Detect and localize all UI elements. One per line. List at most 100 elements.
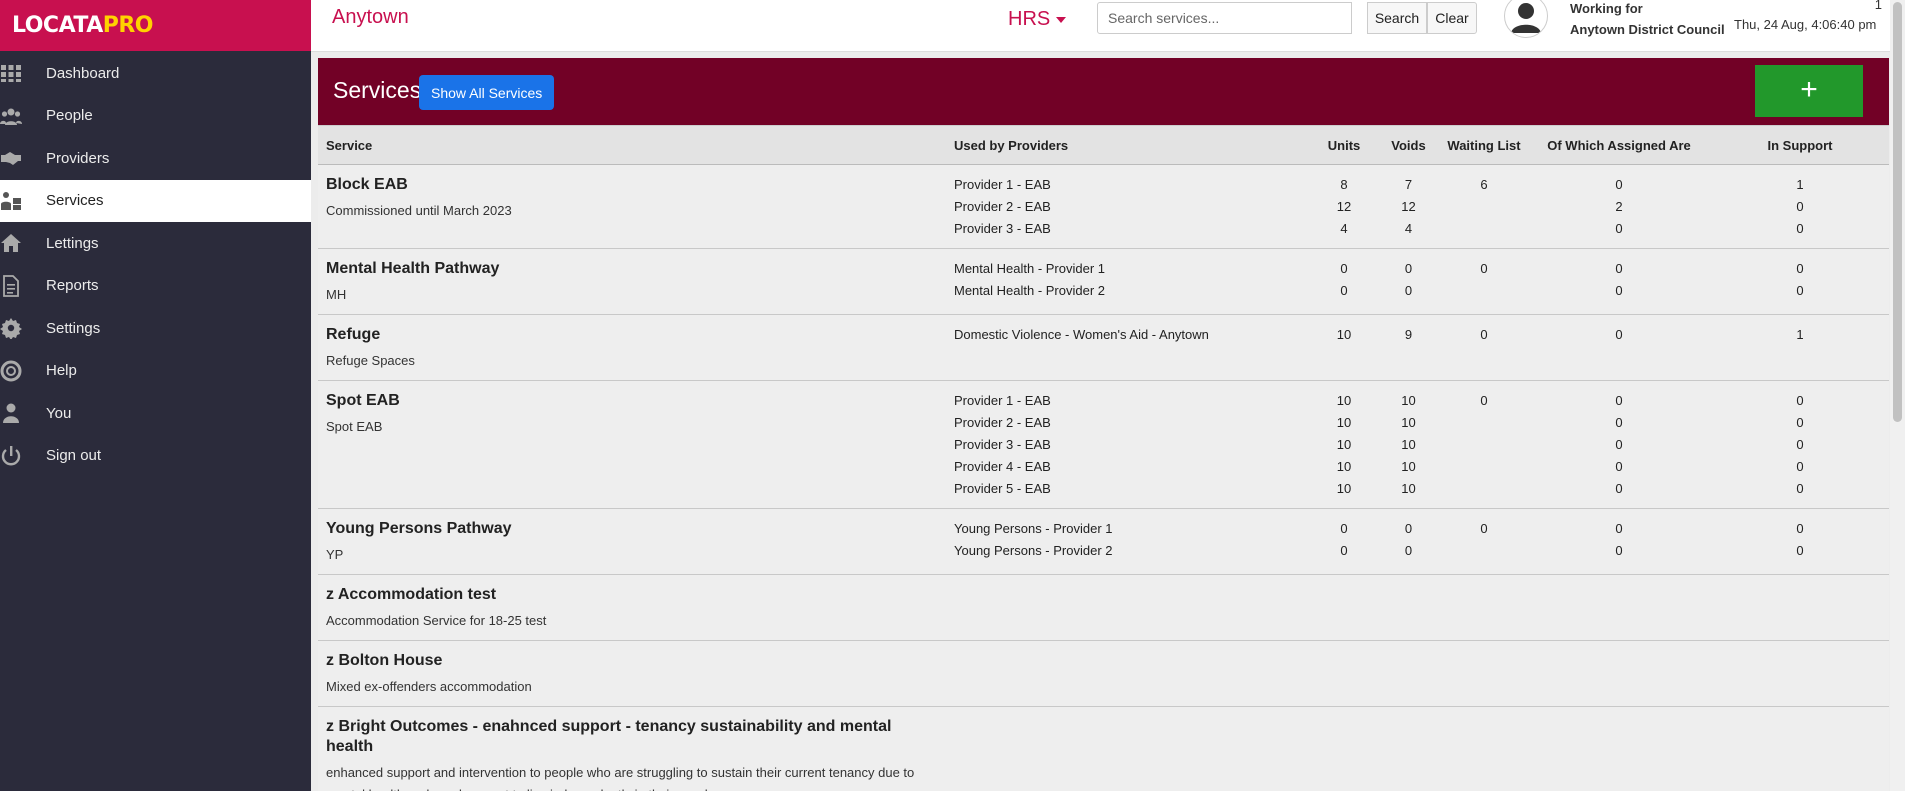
scrollbar[interactable] xyxy=(1890,0,1905,791)
service-row[interactable]: Refuge Refuge Spaces Domestic Violence - W… xyxy=(318,314,1889,381)
sidebar-item-settings[interactable]: Settings xyxy=(0,307,311,350)
assigned-value: 0 xyxy=(1615,393,1623,408)
assigned-value: 0 xyxy=(1615,481,1623,496)
sidebar-item-providers[interactable]: Providers xyxy=(0,137,311,180)
assigned-cell xyxy=(1527,574,1711,641)
service-name[interactable]: Block EAB xyxy=(326,175,938,195)
sidebar-item-reports[interactable]: Reports xyxy=(0,265,311,308)
assigned-cell xyxy=(1527,706,1711,791)
voids-cell: 00 xyxy=(1376,508,1441,575)
service-name[interactable]: Mental Health Pathway xyxy=(326,259,938,279)
sidebar-item-services[interactable]: Services xyxy=(0,179,311,222)
assigned-value: 0 xyxy=(1615,327,1623,342)
waiting-list-cell: 6 xyxy=(1441,164,1527,249)
assigned-value: 0 xyxy=(1615,283,1623,298)
provider-value: Mental Health - Provider 2 xyxy=(954,283,1106,298)
clear-button[interactable]: Clear xyxy=(1427,2,1477,34)
service-name[interactable]: Young Persons Pathway xyxy=(326,519,938,539)
plus-icon: + xyxy=(1800,72,1818,106)
service-name[interactable]: Spot EAB xyxy=(326,391,938,411)
service-cell: Block EAB Commissioned until March 2023 xyxy=(318,164,946,249)
units-cell: 8 12 4 xyxy=(1312,164,1376,249)
column-header-waiting-list: Waiting List xyxy=(1441,125,1527,165)
module-label: HRS xyxy=(1008,8,1051,30)
units-cell: 00 xyxy=(1312,248,1376,315)
in-support-value: 0 xyxy=(1796,393,1804,408)
in-support-cell: 00 xyxy=(1711,248,1889,315)
assigned-value: 0 xyxy=(1615,261,1623,276)
assigned-value: 0 xyxy=(1615,177,1623,192)
document-icon xyxy=(0,274,46,297)
service-name[interactable]: Refuge xyxy=(326,325,938,345)
voids-value: 10 xyxy=(1401,393,1416,408)
provider-value: Provider 1 - EAB xyxy=(954,393,1051,408)
service-description: YP xyxy=(326,547,344,562)
add-service-button[interactable]: + xyxy=(1755,65,1863,117)
locata-pro-logo[interactable]: LOCATAPRO xyxy=(12,13,154,38)
sidebar-item-label: Reports xyxy=(46,277,99,295)
units-value: 4 xyxy=(1340,221,1348,236)
show-all-services-button[interactable]: Show All Services xyxy=(419,75,555,110)
service-row[interactable]: z Bolton House Mixed ex-offenders accommo… xyxy=(318,640,1889,707)
sidebar-item-lettings[interactable]: Lettings xyxy=(0,222,311,265)
service-name[interactable]: z Accommodation test xyxy=(326,585,938,605)
service-row[interactable]: Spot EAB Spot EAB Provider 1 - EAB Provider… xyxy=(318,380,1889,509)
scrollbar-thumb[interactable] xyxy=(1893,2,1902,422)
voids-value: 4 xyxy=(1404,221,1413,236)
waiting-list-value: 0 xyxy=(1480,327,1488,342)
search-button[interactable]: Search xyxy=(1367,2,1427,34)
assigned-value: 0 xyxy=(1615,543,1623,558)
table-body: Block EAB Commissioned until March 2023 Pr… xyxy=(318,164,1889,791)
sidebar-item-help[interactable]: Help xyxy=(0,350,311,393)
service-description: Refuge Spaces xyxy=(326,353,415,368)
voids-cell: 7 12 4 xyxy=(1376,164,1441,249)
waiting-list-value: 0 xyxy=(1480,521,1488,536)
units-value: 0 xyxy=(1340,521,1348,536)
in-support-cell xyxy=(1711,706,1889,791)
sidebar-item-label: Settings xyxy=(46,319,101,337)
service-row[interactable]: z Bright Outcomes - enahnced support - t… xyxy=(318,706,1889,791)
working-for-label: Working for xyxy=(1570,1,1643,16)
in-support-value: 0 xyxy=(1796,481,1804,496)
sidebar-item-label: Sign out xyxy=(46,447,102,465)
service-name[interactable]: z Bolton House xyxy=(326,651,938,671)
service-cell: Spot EAB Spot EAB xyxy=(318,380,946,509)
service-description: MH xyxy=(326,287,347,302)
sidebar-item-sign-out[interactable]: Sign out xyxy=(0,435,311,478)
service-row[interactable]: Mental Health Pathway MH Mental Health - P… xyxy=(318,248,1889,315)
service-row[interactable]: Block EAB Commissioned until March 2023 Pr… xyxy=(318,164,1889,249)
assigned-value: 2 xyxy=(1615,199,1623,214)
service-name[interactable]: z Bright Outcomes - enahnced support - t… xyxy=(326,717,938,757)
avatar[interactable] xyxy=(1504,0,1548,38)
waiting-list-cell: 0 xyxy=(1441,380,1527,509)
in-support-cell: 0 0 0 0 0 xyxy=(1711,380,1889,509)
module-dropdown[interactable]: HRS xyxy=(1008,8,1067,31)
voids-cell: 00 xyxy=(1376,248,1441,315)
voids-value: 0 xyxy=(1404,543,1413,558)
voids-value: 10 xyxy=(1401,415,1416,430)
power-icon xyxy=(0,445,46,467)
sidebar-item-you[interactable]: You xyxy=(0,392,311,435)
waiting-list-cell: 0 xyxy=(1441,248,1527,315)
app-title[interactable]: Anytown xyxy=(332,6,409,29)
waiting-list-value: 6 xyxy=(1480,177,1488,192)
provider-value: Provider 2 - EAB xyxy=(954,415,1051,430)
voids-value: 10 xyxy=(1401,481,1416,496)
units-value: 10 xyxy=(1336,415,1352,430)
provider-value: Provider 3 - EAB xyxy=(954,437,1051,452)
in-support-value: 0 xyxy=(1796,221,1804,236)
sidebar-item-label: People xyxy=(46,107,93,125)
sidebar-item-dashboard[interactable]: Dashboard xyxy=(0,52,311,95)
service-row[interactable]: z Accommodation test Accommodation Servic… xyxy=(318,574,1889,641)
units-value: 8 xyxy=(1340,177,1348,192)
notification-count[interactable]: 1 xyxy=(1875,0,1882,12)
service-row[interactable]: Young Persons Pathway YP Young Persons - P… xyxy=(318,508,1889,575)
waiting-list-cell xyxy=(1441,640,1527,707)
sidebar-item-people[interactable]: People xyxy=(0,95,311,138)
current-datetime: Thu, 24 Aug, 4:06:40 pm xyxy=(1734,17,1877,32)
provider-value: Provider 5 - EAB xyxy=(954,481,1051,496)
caret-down-icon xyxy=(1056,16,1067,23)
provider-value: Provider 1 - EAB xyxy=(954,177,1051,192)
search-input[interactable] xyxy=(1097,2,1352,34)
services-icon xyxy=(0,190,46,212)
